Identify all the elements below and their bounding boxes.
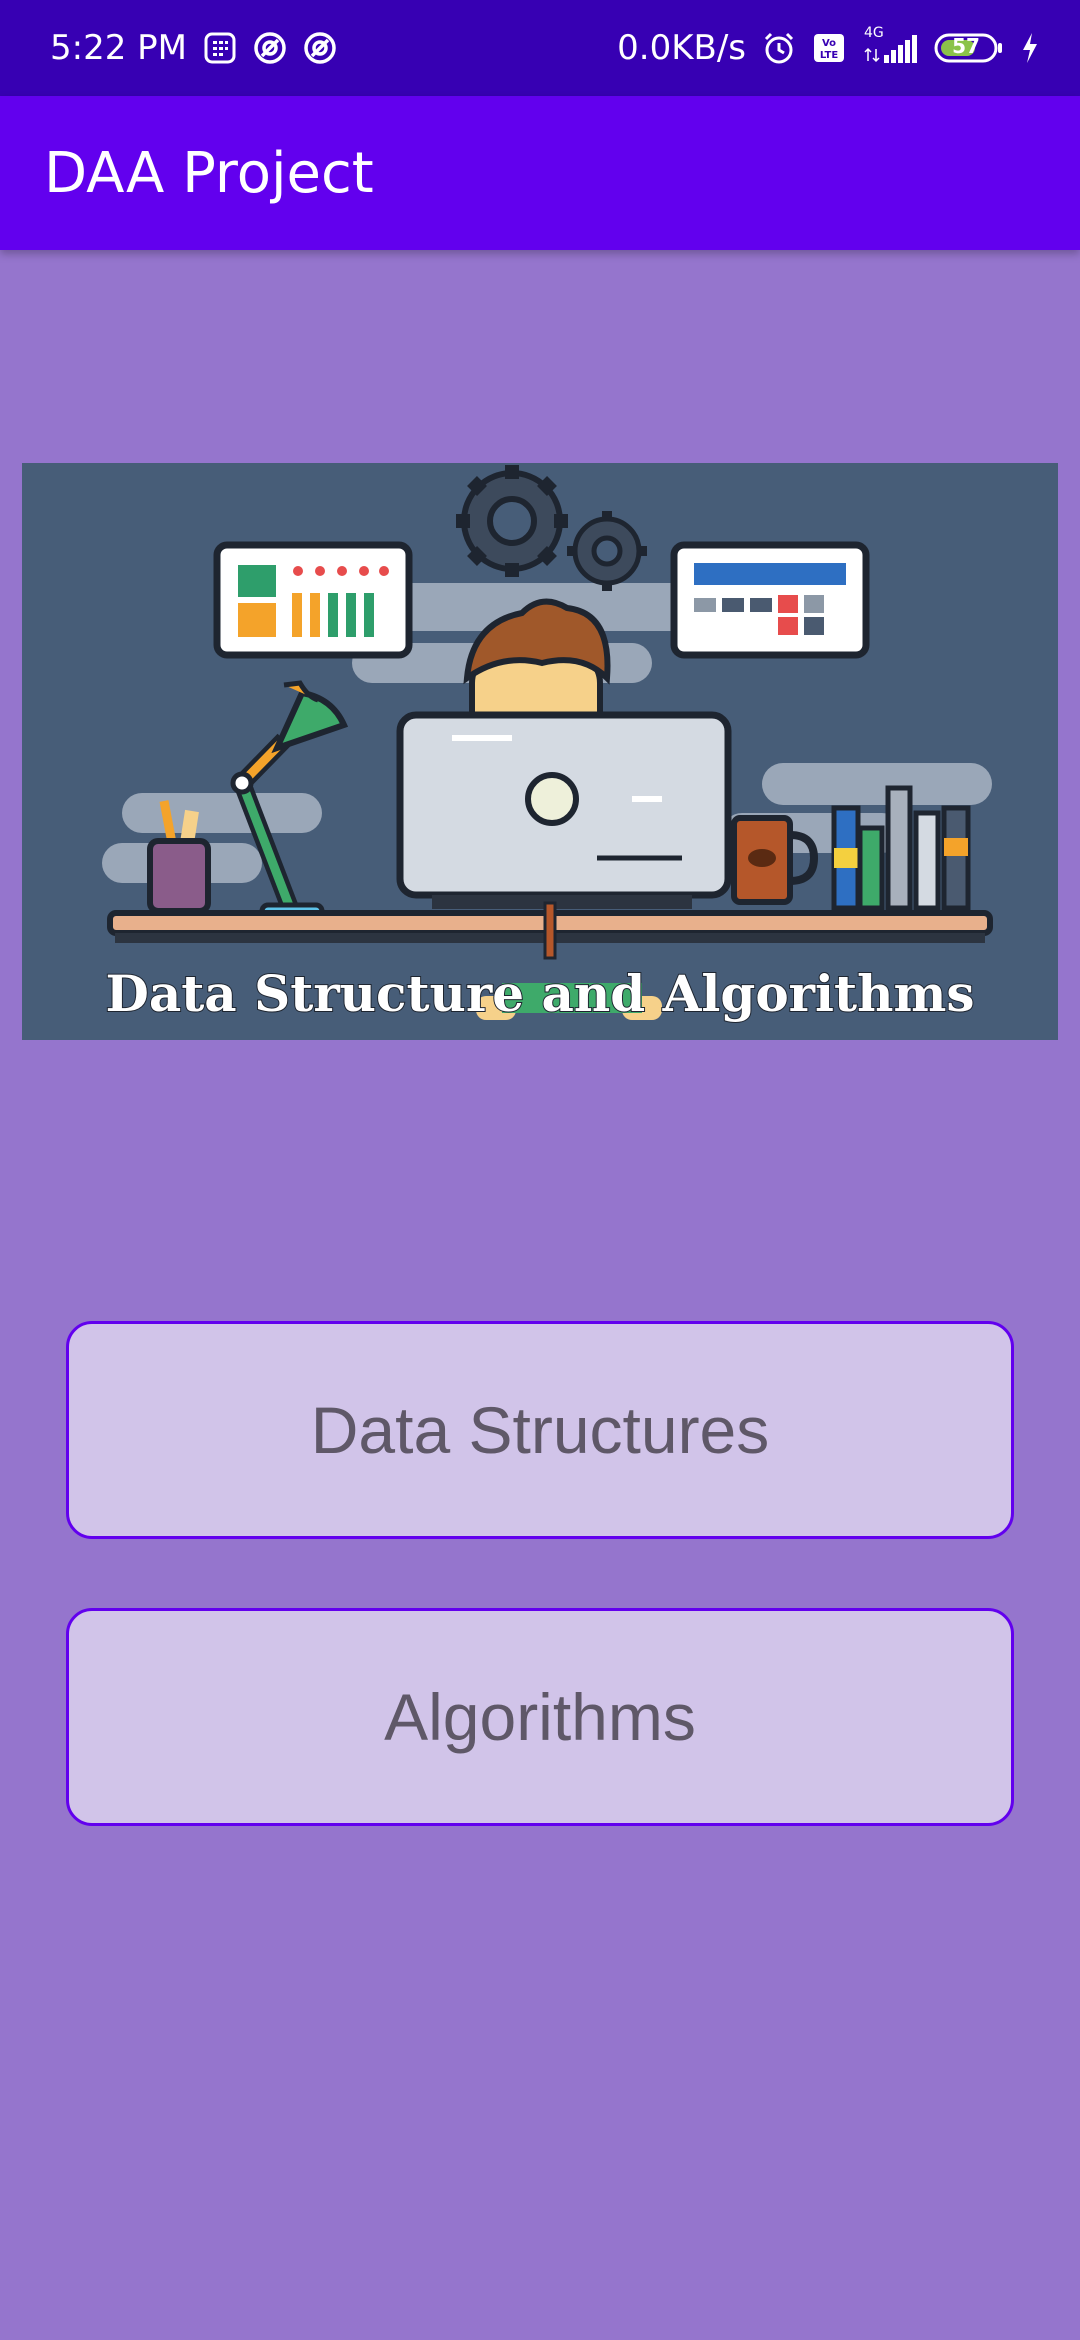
notification-icon bbox=[253, 31, 287, 65]
svg-text:LTE: LTE bbox=[820, 50, 839, 61]
alarm-icon bbox=[762, 31, 796, 65]
dsa-banner-image: Data Structure and Algorithms bbox=[22, 463, 1058, 1040]
signal-icon: 4G bbox=[862, 25, 918, 65]
battery-icon: 57 bbox=[934, 31, 1004, 65]
calculator-icon bbox=[203, 31, 237, 65]
algorithms-button[interactable]: Algorithms bbox=[66, 1608, 1014, 1826]
net-speed: 0.0KB/s bbox=[617, 28, 746, 68]
notification-icon bbox=[303, 31, 337, 65]
dashboard-monitor-left bbox=[213, 541, 413, 659]
laptop bbox=[396, 711, 732, 909]
desk bbox=[107, 901, 993, 960]
app-title: DAA Project bbox=[44, 140, 374, 206]
status-right: 0.0KB/s Vo LTE 4G 57 bbox=[617, 25, 1040, 68]
book-stack bbox=[831, 785, 971, 911]
volte-icon: Vo LTE bbox=[812, 31, 846, 65]
network-type: 4G bbox=[864, 25, 884, 41]
gear-icon bbox=[456, 465, 647, 591]
app-bar: DAA Project bbox=[0, 96, 1080, 250]
status-left: 5:22 PM bbox=[50, 28, 337, 68]
algorithms-label: Algorithms bbox=[384, 1680, 696, 1754]
dashboard-monitor-right bbox=[670, 541, 870, 659]
banner-caption: Data Structure and Algorithms bbox=[105, 964, 974, 1023]
data-structures-label: Data Structures bbox=[310, 1393, 770, 1467]
status-bar: 5:22 PM 0.0KB/s Vo LTE 4G 57 bbox=[0, 0, 1080, 96]
status-time: 5:22 PM bbox=[50, 28, 187, 68]
charging-icon bbox=[1020, 31, 1040, 65]
data-structures-button[interactable]: Data Structures bbox=[66, 1321, 1014, 1539]
svg-text:Vo: Vo bbox=[822, 38, 836, 49]
battery-level: 57 bbox=[952, 34, 980, 58]
